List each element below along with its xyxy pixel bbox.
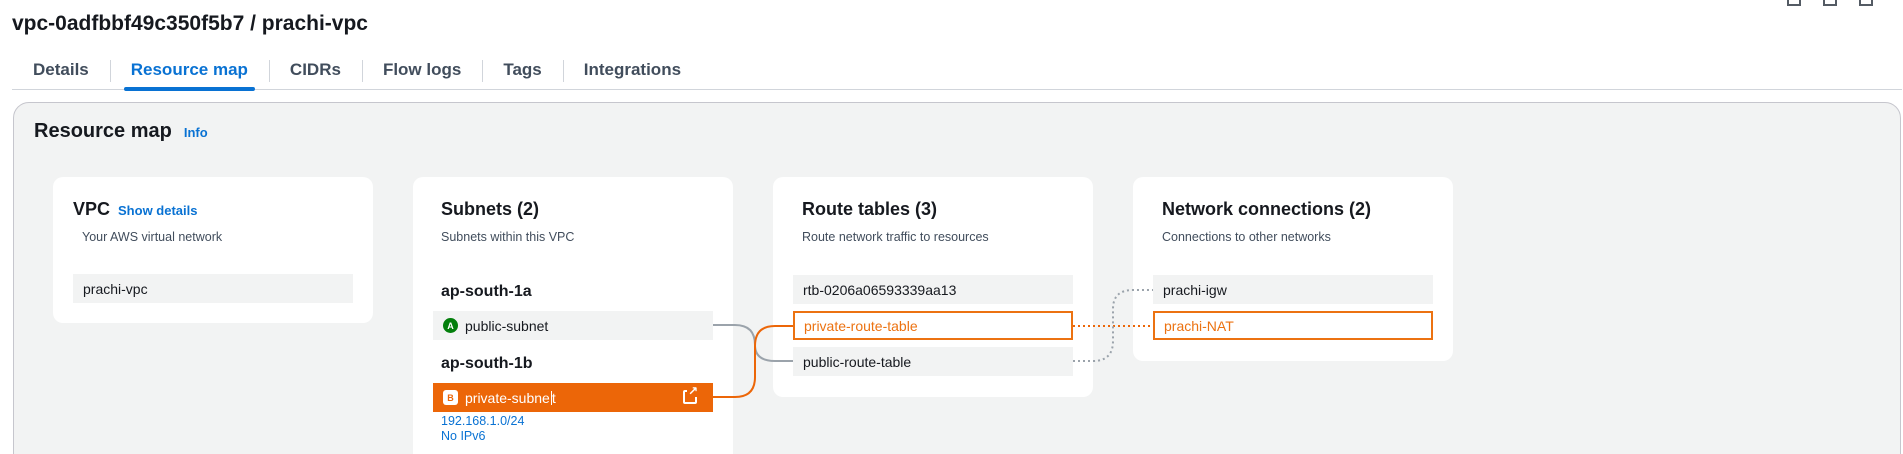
- network-connections-subtitle: Connections to other networks: [1162, 230, 1331, 244]
- route-table-item[interactable]: rtb-0206a06593339aa13: [793, 275, 1073, 304]
- subnet-item-private[interactable]: B private-subne t: [433, 383, 713, 412]
- tab-cidrs[interactable]: CIDRs: [268, 54, 362, 90]
- network-connection-igw[interactable]: prachi-igw: [1153, 275, 1433, 304]
- tab-integrations[interactable]: Integrations: [562, 54, 702, 90]
- tab-resource-map[interactable]: Resource map: [109, 54, 269, 91]
- panel-icon[interactable]: [1823, 0, 1837, 6]
- external-link-icon[interactable]: [683, 385, 699, 404]
- show-details-link[interactable]: Show details: [118, 203, 197, 218]
- vpc-subtitle: Your AWS virtual network: [82, 230, 223, 244]
- subnet-item-public[interactable]: A public-subnet: [433, 311, 713, 340]
- info-link[interactable]: Info: [184, 125, 208, 140]
- page-title: vpc-0adfbbf49c350f5b7 / prachi-vpc: [12, 12, 368, 35]
- tab-bar: Details Resource map CIDRs Flow logs Tag…: [12, 54, 1902, 91]
- panel-icon[interactable]: [1859, 0, 1873, 6]
- subnet-name: private-subne: [465, 389, 550, 406]
- top-right-icons: [1787, 0, 1873, 6]
- vpc-card: VPC Show details Your AWS virtual network…: [53, 177, 373, 323]
- tab-details[interactable]: Details: [12, 54, 110, 90]
- subnets-title: Subnets (2): [441, 199, 540, 219]
- az-label-1b: ap-south-1b: [441, 355, 533, 372]
- subnets-card: Subnets (2) Subnets within this VPC ap-s…: [413, 177, 733, 454]
- route-tables-title: Route tables (3): [802, 199, 938, 219]
- vpc-card-title: VPC Show details: [73, 199, 197, 220]
- route-table-item-private[interactable]: private-route-table: [793, 311, 1073, 340]
- network-connections-card: Network connections (2) Connections to o…: [1133, 177, 1453, 361]
- subnet-cidr[interactable]: 192.168.1.0/24: [441, 414, 524, 428]
- subnets-subtitle: Subnets within this VPC: [441, 230, 575, 244]
- panel-icon[interactable]: [1787, 0, 1801, 6]
- resource-map-title: Resource map: [34, 120, 172, 142]
- subnet-name-tail: t: [551, 389, 556, 406]
- vpc-item[interactable]: prachi-vpc: [73, 274, 353, 303]
- network-connections-title: Network connections (2): [1162, 199, 1372, 219]
- subnet-badge: A: [443, 318, 458, 333]
- resource-map-header: Resource map Info: [34, 120, 208, 143]
- vpc-title: VPC: [73, 199, 111, 219]
- route-table-item-public[interactable]: public-route-table: [793, 347, 1073, 376]
- route-tables-card: Route tables (3) Route network traffic t…: [773, 177, 1093, 397]
- subnet-name: public-subnet: [465, 317, 549, 334]
- network-connection-nat[interactable]: prachi-NAT: [1153, 311, 1433, 340]
- subnet-badge: B: [443, 390, 458, 405]
- route-tables-subtitle: Route network traffic to resources: [802, 230, 989, 244]
- subnet-ipv6: No IPv6: [441, 429, 486, 443]
- tab-tags[interactable]: Tags: [482, 54, 562, 90]
- tab-flow-logs[interactable]: Flow logs: [361, 54, 482, 90]
- az-label-1a: ap-south-1a: [441, 283, 532, 300]
